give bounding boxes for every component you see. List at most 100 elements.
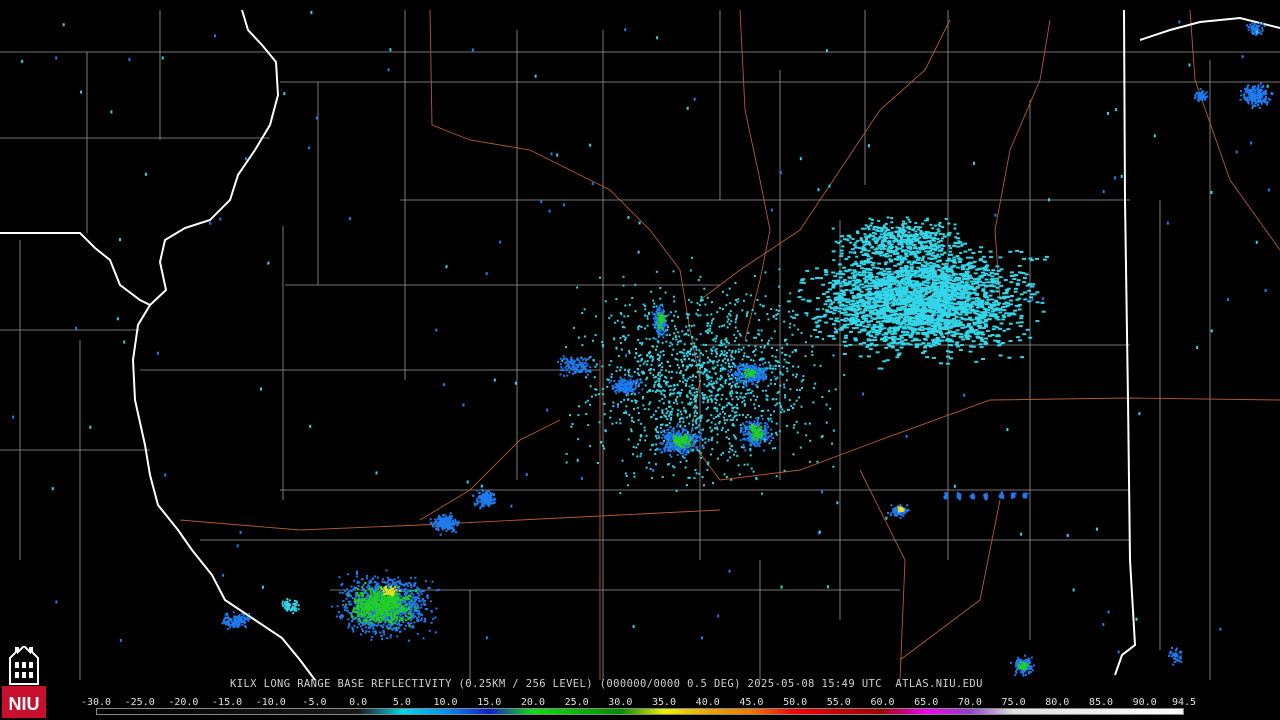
echo-pixel — [656, 426, 659, 429]
echo-pixel — [917, 289, 922, 292]
echo-pixel — [681, 401, 684, 404]
echo-pixel — [947, 310, 952, 313]
echo-pixel — [601, 341, 604, 343]
echo-pixel — [954, 236, 958, 239]
echo-pixel — [1016, 336, 1020, 339]
echo-pixel — [932, 338, 937, 341]
echo-pixel — [649, 448, 652, 451]
echo-pixel — [843, 304, 848, 307]
echo-pixel — [710, 313, 713, 316]
echo-pixel — [1031, 283, 1036, 286]
echo-pixel — [922, 337, 927, 340]
echo-pixel — [905, 342, 910, 345]
echo-pixel — [711, 436, 714, 439]
echo-pixel — [984, 303, 989, 306]
echo-pixel — [993, 272, 998, 275]
echo-pixel — [698, 349, 701, 352]
echo-pixel — [760, 339, 763, 342]
echo-pixel — [946, 232, 950, 235]
echo-pixel — [905, 238, 909, 241]
echo-pixel — [860, 321, 865, 323]
echo-pixel — [691, 353, 694, 356]
echo-pixel — [661, 475, 664, 478]
echo-pixel — [762, 376, 765, 379]
echo-pixel — [946, 313, 951, 316]
echo-pixel — [577, 336, 580, 339]
echo-pixel — [688, 422, 691, 425]
echo-pixel — [902, 333, 907, 336]
echo-pixel — [902, 231, 905, 234]
echo-pixel — [915, 255, 919, 258]
echo-pixel — [933, 272, 938, 275]
echo-pixel — [683, 355, 685, 358]
echo-pixel — [855, 255, 859, 258]
echo-pixel — [767, 361, 770, 364]
echo-pixel — [927, 269, 932, 272]
echo-pixel — [743, 371, 746, 374]
echo-pixel — [709, 360, 712, 363]
echo-pixel — [833, 309, 837, 312]
echo-pixel — [920, 267, 925, 270]
echo-pixel — [908, 235, 912, 237]
echo-pixel — [853, 339, 858, 342]
echo-pixel — [975, 280, 980, 283]
echo-pixel — [758, 405, 760, 408]
echo-pixel — [660, 385, 663, 388]
echo-pixel — [993, 314, 998, 316]
echo-pixel — [913, 226, 917, 228]
echo-pixel — [593, 376, 596, 379]
echo-pixel — [589, 445, 592, 448]
echo-pixel — [912, 311, 917, 314]
echo-pixel — [924, 344, 929, 347]
echo-pixel — [800, 279, 805, 282]
echo-pixel — [701, 476, 704, 479]
echo-pixel — [996, 341, 1001, 343]
echo-pixel — [844, 269, 849, 272]
echo-pixel — [654, 418, 657, 420]
echo-pixel — [1024, 273, 1029, 276]
echo-pixel — [846, 301, 851, 304]
echo-pixel — [711, 360, 714, 363]
echo-pixel — [897, 243, 901, 246]
echo-pixel — [934, 233, 938, 236]
echo-pixel — [931, 301, 936, 304]
echo-pixel — [947, 222, 951, 225]
echo-pixel — [825, 310, 830, 313]
echo-pixel — [685, 333, 688, 336]
echo-pixel — [715, 426, 718, 429]
echo-pixel — [619, 369, 622, 372]
echo-pixel — [656, 353, 659, 356]
echo-pixel — [637, 354, 640, 357]
echo-pixel — [875, 351, 880, 354]
echo-pixel — [775, 314, 778, 317]
echo-pixel — [762, 409, 765, 412]
echo-pixel — [812, 387, 815, 390]
echo-pixel — [1001, 314, 1006, 317]
echo-pixel — [765, 398, 768, 401]
echo-pixel — [877, 293, 881, 296]
echo-pixel — [644, 308, 647, 311]
echo-pixel — [698, 363, 701, 366]
echo-pixel — [656, 321, 659, 324]
echo-pixel — [834, 292, 839, 295]
echo-pixel — [831, 271, 836, 274]
echo-pixel — [828, 288, 832, 291]
echo-pixel — [971, 301, 976, 304]
echo-pixel — [880, 312, 885, 315]
echo-pixel — [990, 290, 995, 293]
echo-pixel — [688, 389, 691, 392]
echo-pixel — [1022, 277, 1027, 280]
echo-pixel — [963, 305, 968, 308]
echo-pixel — [950, 302, 955, 305]
echo-pixel — [833, 319, 838, 322]
echo-pixel — [673, 314, 676, 317]
echo-pixel — [707, 399, 710, 401]
echo-pixel — [774, 383, 776, 385]
echo-pixel — [609, 409, 612, 412]
echo-pixel — [884, 261, 889, 264]
echo-pixel — [1016, 279, 1021, 282]
echo-pixel — [652, 299, 655, 302]
echo-pixel — [764, 361, 767, 364]
echo-pixel — [603, 402, 606, 405]
echo-pixel — [919, 313, 924, 316]
